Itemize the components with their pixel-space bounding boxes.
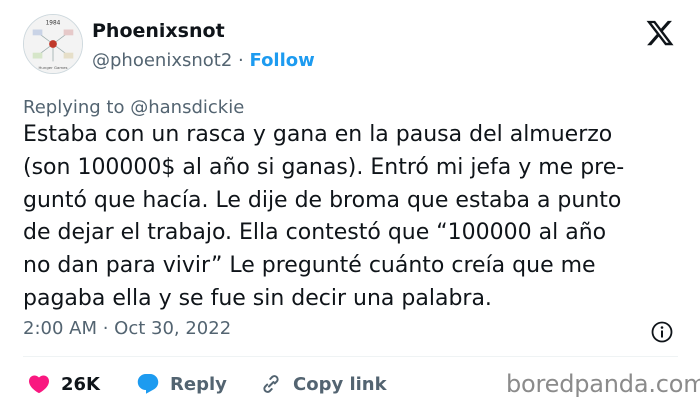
reply-mention-link[interactable]: @hansdickie — [130, 97, 244, 118]
author-display-name[interactable]: Phoenixsnot — [92, 20, 225, 42]
tweet-line: de dejar el trabajo. Ella contestó que “… — [23, 220, 607, 246]
reply-context: Replying to @hansdickie — [23, 97, 244, 118]
tweet-line: pagaba ella y se fue sin decir una palab… — [23, 285, 492, 311]
follow-button[interactable]: Follow — [250, 50, 315, 71]
tweet-line: Estaba con un rasca y gana en la pausa d… — [23, 122, 613, 147]
tweet-line: (son 100000$ al año si ganas). Entró mi … — [23, 154, 625, 180]
tweet-line: no dan para vivir” Le pregunté cuánto cr… — [23, 253, 596, 279]
heart-icon — [28, 375, 50, 394]
handle-separator: · — [238, 50, 244, 71]
divider — [23, 356, 678, 357]
reply-label: Reply — [170, 373, 227, 395]
avatar-label-hunger-games: Hunger Games — [39, 65, 68, 70]
watermark: boredpanda.com — [506, 370, 700, 398]
avatar-mindmap-image: 1984 Hunger Games — [24, 15, 82, 73]
like-count: 26K — [61, 373, 100, 395]
like-button[interactable]: 26K — [27, 371, 100, 397]
author-handle[interactable]: @phoenixsnot2 — [92, 50, 232, 71]
avatar-label-1984: 1984 — [46, 21, 61, 27]
x-logo-icon[interactable] — [644, 18, 676, 48]
author-avatar[interactable]: 1984 Hunger Games — [23, 14, 83, 74]
reply-bubble-icon — [137, 374, 159, 394]
tweet-card: 1984 Hunger Games Phoenixsnot @phoenixsn… — [0, 0, 700, 410]
copy-link-button[interactable]: Copy link — [259, 371, 387, 397]
tweet-timestamp[interactable]: 2:00 AM · Oct 30, 2022 — [23, 318, 231, 339]
tweet-text: Estaba con un rasca y gana en la pausa d… — [23, 119, 683, 316]
link-icon — [263, 375, 279, 393]
tweet-line: guntó que hacía. Le dije de broma que es… — [23, 187, 622, 213]
reply-prefix: Replying to — [23, 97, 125, 118]
copy-link-label: Copy link — [293, 373, 387, 395]
info-icon[interactable] — [650, 320, 674, 344]
author-handle-line: @phoenixsnot2 · Follow — [92, 50, 315, 71]
reply-button[interactable]: Reply — [136, 371, 227, 397]
